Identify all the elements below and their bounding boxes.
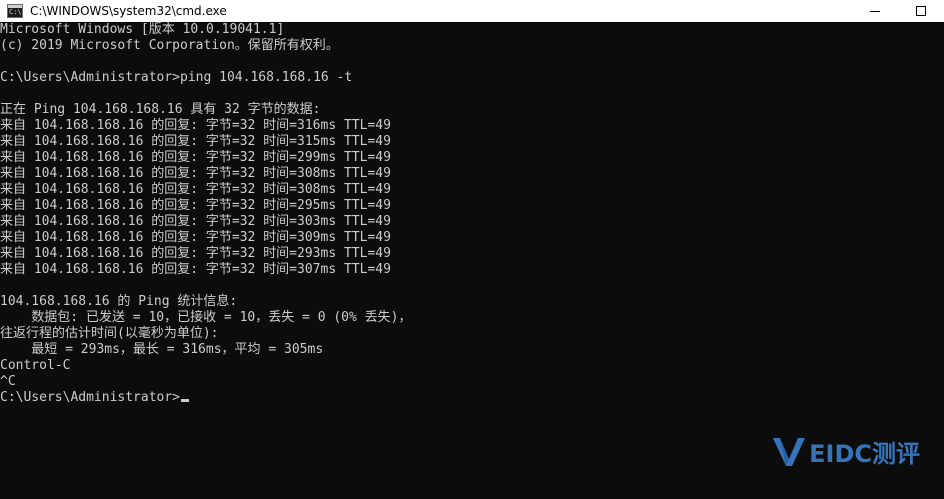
terminal-line: 来自 104.168.168.16 的回复: 字节=32 时间=303ms TT…: [0, 214, 391, 229]
maximize-icon: [916, 6, 926, 16]
terminal-line: 数据包: 已发送 = 10，已接收 = 10，丢失 = 0 (0% 丢失)，: [0, 310, 412, 325]
watermark-logo: EIDC测评: [771, 434, 920, 469]
terminal-line: 来自 104.168.168.16 的回复: 字节=32 时间=308ms TT…: [0, 182, 391, 197]
terminal-line: 来自 104.168.168.16 的回复: 字节=32 时间=308ms TT…: [0, 166, 391, 181]
terminal-line: 来自 104.168.168.16 的回复: 字节=32 时间=299ms TT…: [0, 150, 391, 165]
maximize-button[interactable]: [898, 0, 944, 22]
watermark-text: EIDC测评: [809, 440, 920, 468]
terminal-line: 往返行程的估计时间(以毫秒为单位):: [0, 326, 219, 341]
terminal-line: 来自 104.168.168.16 的回复: 字节=32 时间=316ms TT…: [0, 118, 391, 133]
text-cursor: [181, 399, 190, 402]
terminal-line: 来自 104.168.168.16 的回复: 字节=32 时间=307ms TT…: [0, 262, 391, 277]
cmd-icon-glyph: C:\: [9, 8, 22, 16]
terminal-line: 来自 104.168.168.16 的回复: 字节=32 时间=309ms TT…: [0, 230, 391, 245]
terminal-line: Control-C: [0, 358, 71, 373]
terminal-line: ^C: [0, 374, 16, 389]
cmd-window: C:\ C:\WINDOWS\system32\cmd.exe Microsof…: [0, 0, 944, 499]
cmd-icon: C:\: [7, 4, 23, 18]
terminal-output[interactable]: Microsoft Windows [版本 10.0.19041.1] (c) 2…: [0, 22, 944, 499]
terminal-line: 来自 104.168.168.16 的回复: 字节=32 时间=315ms TT…: [0, 134, 391, 149]
terminal-line: 正在 Ping 104.168.168.16 具有 32 字节的数据:: [0, 102, 321, 117]
title-bar[interactable]: C:\ C:\WINDOWS\system32\cmd.exe: [0, 0, 944, 22]
terminal-line: Microsoft Windows [版本 10.0.19041.1]: [0, 22, 285, 37]
terminal-line: (c) 2019 Microsoft Corporation。保留所有权利。: [0, 38, 339, 53]
terminal-line: 104.168.168.16 的 Ping 统计信息:: [0, 294, 238, 309]
window-title: C:\WINDOWS\system32\cmd.exe: [30, 4, 227, 18]
terminal-line: C:\Users\Administrator>: [0, 390, 944, 406]
terminal-line: C:\Users\Administrator>ping 104.168.168.…: [0, 70, 353, 85]
veidc-v-logo-icon: [773, 437, 806, 466]
terminal-line: 来自 104.168.168.16 的回复: 字节=32 时间=293ms TT…: [0, 246, 391, 261]
minimize-icon: [870, 10, 880, 12]
terminal-line: 最短 = 293ms，最长 = 316ms，平均 = 305ms: [0, 342, 324, 357]
terminal-line: 来自 104.168.168.16 的回复: 字节=32 时间=295ms TT…: [0, 198, 391, 213]
minimize-button[interactable]: [852, 0, 898, 22]
